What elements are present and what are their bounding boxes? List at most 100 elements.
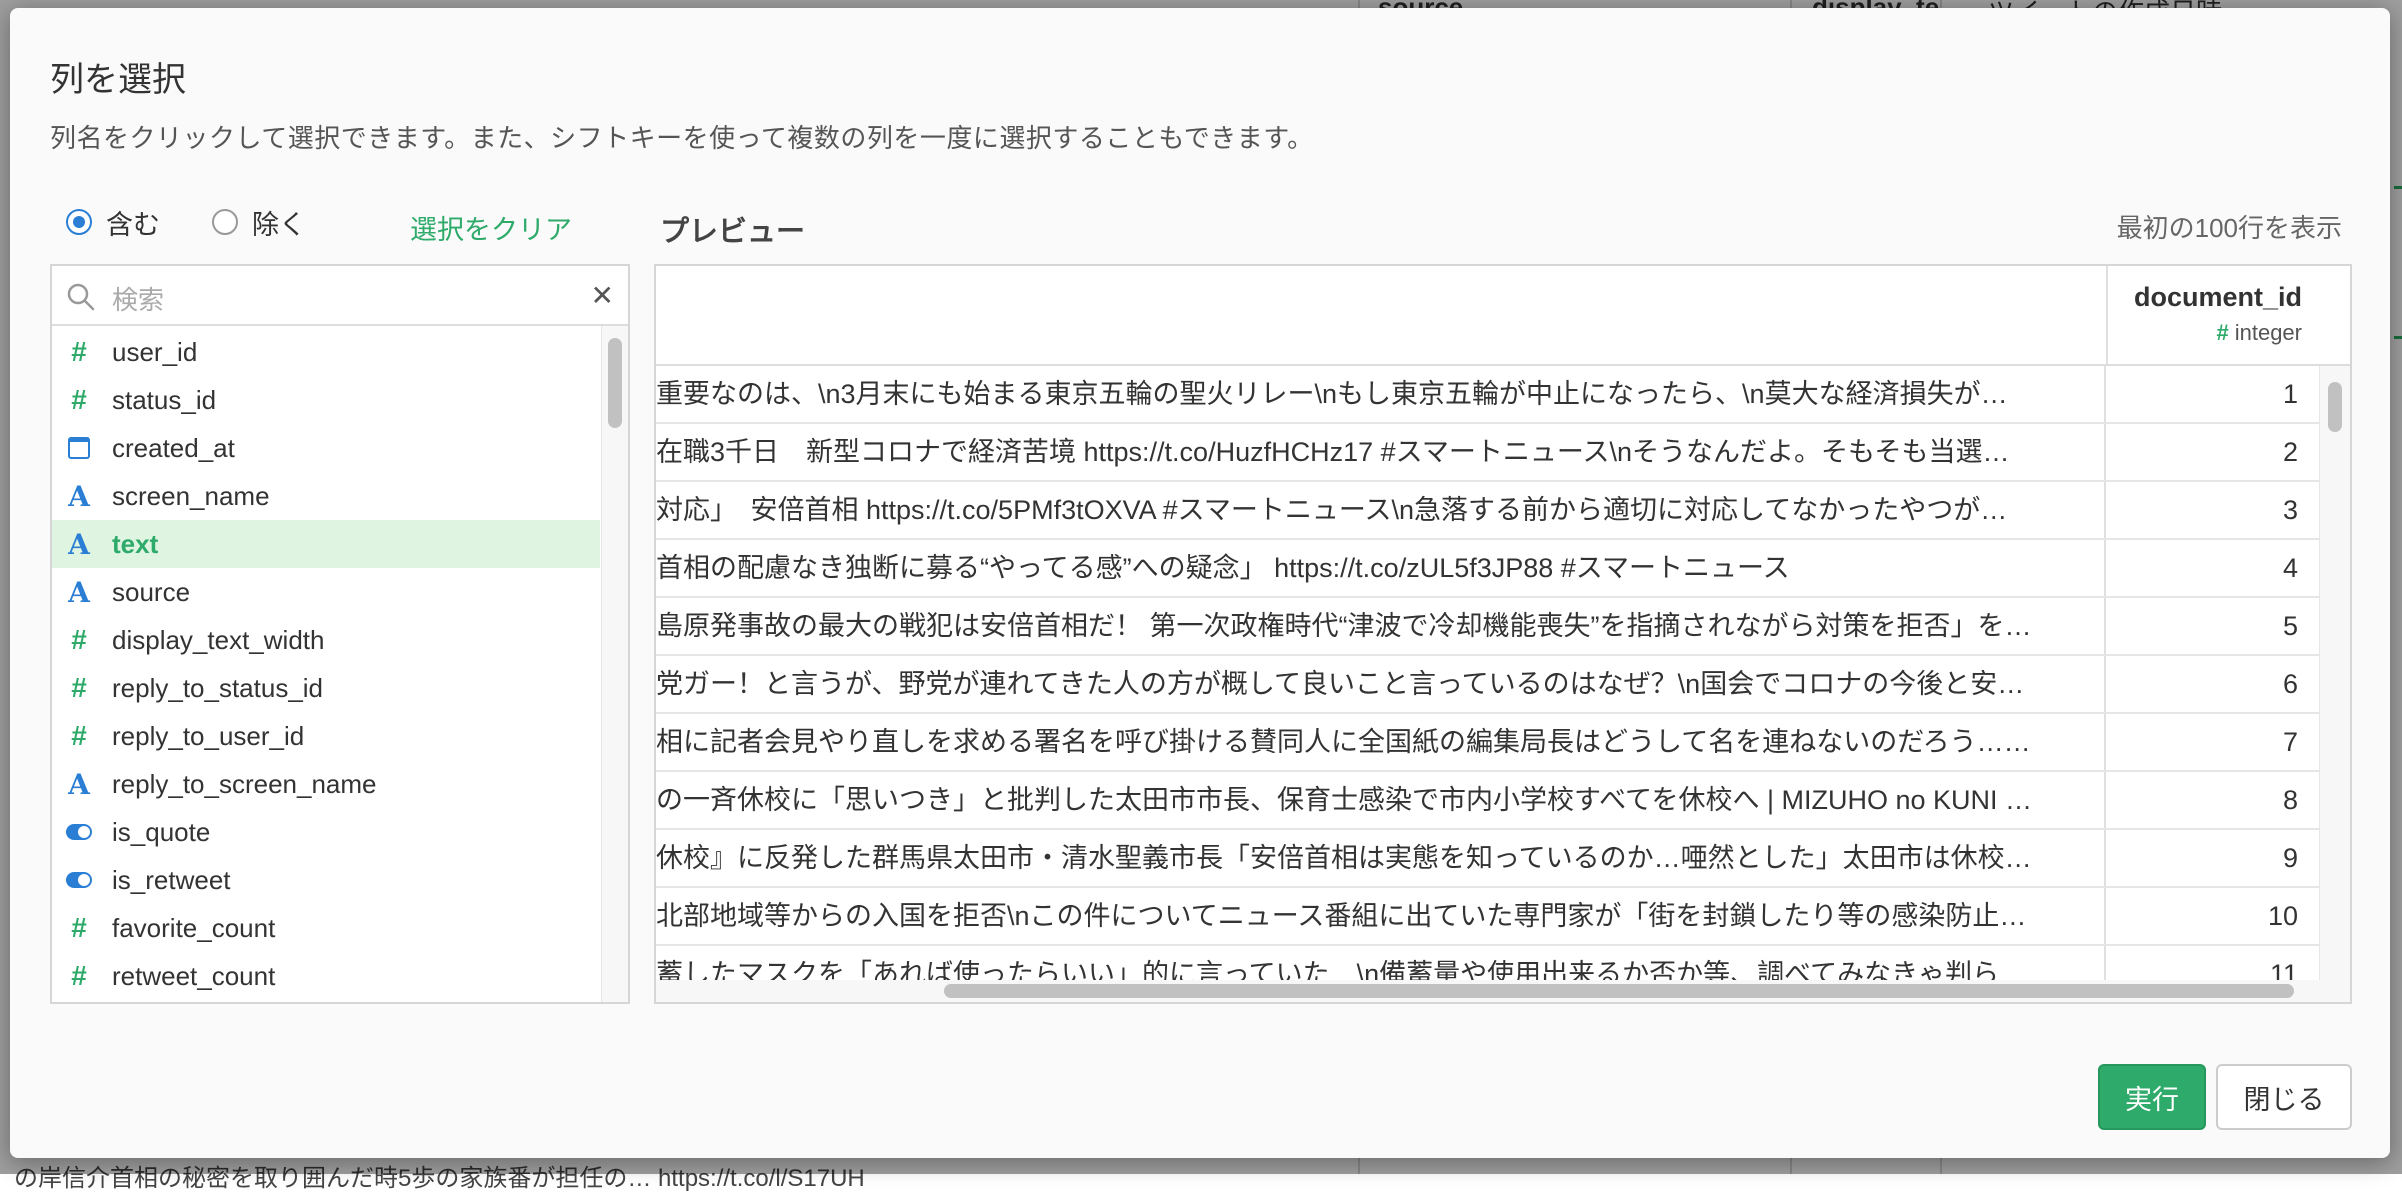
column-item-label: is_quote [112,816,211,847]
column-item-label: screen_name [112,480,270,511]
preview-row-note: 最初の100行を表示 [2116,213,2342,243]
column-item-user-id[interactable]: # user_id [52,328,600,376]
column-item-text[interactable]: Atext [52,520,600,568]
number-type-icon: # [71,912,87,943]
column-header-document-id[interactable]: document_id [2134,282,2302,313]
column-item-favorite-count[interactable]: # favorite_count [52,904,600,952]
table-row: 在職3千日 新型コロナで経済苦境 https://t.co/HuzfHCHz17… [656,424,2320,482]
toggle-type-icon [66,824,92,840]
column-item-label: reply_to_user_id [112,720,305,751]
column-item-is-quote[interactable]: is_quote [52,808,600,856]
preview-cell-text: 重要なのは、\n3月末にも始まる東京五輪の聖火リレー\nもし東京五輪が中止になっ… [656,366,2106,422]
column-item-label: user_id [112,336,198,367]
table-row: 北部地域等からの入国を拒否\nこの件についてニュース番組に出ていた専門家が「街を… [656,888,2320,946]
select-columns-dialog: 列を選択 列名をクリックして選択できます。また、シフトキーを使って複数の列を一度… [10,8,2390,1158]
preview-cell-text: 相に記者会見やり直しを求める署名を呼び掛ける賛同人に全国紙の編集局長はどうして名… [656,714,2106,770]
column-item-label: text [112,528,159,559]
column-item-created-at[interactable]: created_at [52,424,600,472]
preview-table: document_id # integer 重要なのは、\n3月末にも始まる東京五… [654,264,2352,1004]
preview-cell-document-id: 2 [2282,437,2298,467]
column-item-label: favorite_count [112,912,276,943]
radio-unchecked-icon [212,209,238,235]
preview-cell-text: 党ガー！と言うが、野党が連れてきた人の方が概して良いこと言っているのはなぜ？\n… [656,656,2106,712]
preview-title: プレビュー [660,216,806,248]
preview-hscroll-thumb[interactable] [944,984,2294,998]
column-item-label: reply_to_status_id [112,672,324,703]
text-type-icon: A [68,479,90,513]
close-button[interactable]: 閉じる [2216,1064,2352,1130]
column-item-label: display_text_width [112,624,325,655]
number-type-icon: # [2216,320,2229,345]
table-row: 重要なのは、\n3月末にも始まる東京五輪の聖火リレー\nもし東京五輪が中止になっ… [656,366,2320,424]
dialog-title: 列を選択 [50,61,186,99]
column-type-label: # integer [2216,320,2302,346]
preview-cell-document-id: 1 [2282,379,2298,409]
column-item-label: retweet_count [112,960,276,991]
column-item-reply-to-user-id[interactable]: # reply_to_user_id [52,712,600,760]
column-item-label: status_id [112,384,217,415]
calendar-icon [66,437,92,459]
column-item-retweet-count[interactable]: # retweet_count [52,952,600,1000]
column-item-label: is_retweet [112,864,231,895]
text-type-icon: A [68,527,90,561]
dialog-subtitle: 列名をクリックして選択できます。また、シフトキーを使って複数の列を一度に選択する… [50,123,1314,153]
preview-cell-text: 北部地域等からの入国を拒否\nこの件についてニュース番組に出ていた専門家が「街を… [656,888,2106,944]
preview-cell-document-id: 3 [2282,495,2298,525]
list-scrollbar-thumb[interactable] [608,338,622,428]
preview-vscroll-track[interactable] [2319,366,2350,986]
column-type-text: integer [2234,320,2302,345]
column-list-panel: 検索 ✕ # user_id # status_id created_at Ascreen… [50,264,630,1004]
preview-cell-document-id: 8 [2282,785,2298,815]
number-type-icon: # [71,624,87,655]
number-type-icon: # [71,720,87,751]
column-item-status-id[interactable]: # status_id [52,376,600,424]
preview-cell-document-id: 4 [2282,553,2298,583]
text-type-icon: A [68,767,90,801]
number-type-icon: # [71,672,87,703]
preview-vscroll-thumb[interactable] [2328,382,2342,432]
column-item-label: created_at [112,432,235,463]
text-type-icon: A [68,575,90,609]
table-row: 対応」 安倍首相 https://t.co/5PMf3tOXVA #スマートニュ… [656,482,2320,540]
column-item-display-text-width[interactable]: # display_text_width [52,616,600,664]
column-item-label: reply_to_screen_name [112,768,377,799]
column-item-reply-to-status-id[interactable]: # reply_to_status_id [52,664,600,712]
search-input[interactable]: 検索 [112,280,164,317]
preview-table-header: document_id # integer [656,266,2350,366]
preview-cell-text: 対応」 安倍首相 https://t.co/5PMf3tOXVA #スマートニュ… [656,482,2106,538]
preview-cell-document-id: 9 [2282,843,2298,873]
search-box[interactable]: 検索 ✕ [52,266,628,326]
preview-cell-document-id: 10 [2267,901,2298,931]
table-row: 相に記者会見やり直しを求める署名を呼び掛ける賛同人に全国紙の編集局長はどうして名… [656,714,2320,772]
include-radio[interactable]: 含む [66,204,160,240]
number-type-icon: # [71,336,87,367]
preview-cell-text: 在職3千日 新型コロナで経済苦境 https://t.co/HuzfHCHz17… [656,424,2106,480]
table-row: 党ガー！と言うが、野党が連れてきた人の方が概して良いこと言っているのはなぜ？\n… [656,656,2320,714]
radio-checked-icon [66,209,92,235]
search-icon [67,283,95,311]
column-item-reply-to-screen-name[interactable]: Areply_to_screen_name [52,760,600,808]
include-label: 含む [106,209,160,240]
clear-search-icon[interactable]: ✕ [591,282,614,310]
preview-cell-document-id: 6 [2282,669,2298,699]
number-type-icon: # [71,960,87,991]
column-item-screen-name[interactable]: Ascreen_name [52,472,600,520]
clear-selection-link[interactable]: 選択をクリア [410,208,572,247]
table-row: 休校』に反発した群馬県太田市・清水聖義市長「安倍首相は実態を知っているのか…唖然… [656,830,2320,888]
toggle-type-icon [66,872,92,888]
column-list: # user_id # status_id created_at Ascreen_name… [52,328,600,1000]
column-item-label: source [112,576,191,607]
preview-cell-text: 休校』に反発した群馬県太田市・清水聖義市長「安倍首相は実態を知っているのか…唖然… [656,830,2106,886]
table-row: 島原発事故の最大の戦犯は安倍首相だ！ 第一次政権時代“津波で冷却機能喪失”を指摘… [656,598,2320,656]
preview-rows: 重要なのは、\n3月末にも始まる東京五輪の聖火リレー\nもし東京五輪が中止になっ… [656,366,2320,986]
table-row: の一斉休校に「思いつき」と批判した太田市市長、保育士感染で市内小学校すべてを休校… [656,772,2320,830]
column-item-source[interactable]: Asource [52,568,600,616]
run-button[interactable]: 実行 [2098,1064,2206,1130]
column-item-is-retweet[interactable]: is_retweet [52,856,600,904]
preview-cell-text: の一斉休校に「思いつき」と批判した太田市市長、保育士感染で市内小学校すべてを休校… [656,772,2106,828]
number-type-icon: # [71,384,87,415]
preview-cell-document-id: 5 [2282,611,2298,641]
exclude-radio[interactable]: 除く [212,204,306,240]
exclude-label: 除く [252,209,306,240]
preview-cell-document-id: 7 [2282,727,2298,757]
